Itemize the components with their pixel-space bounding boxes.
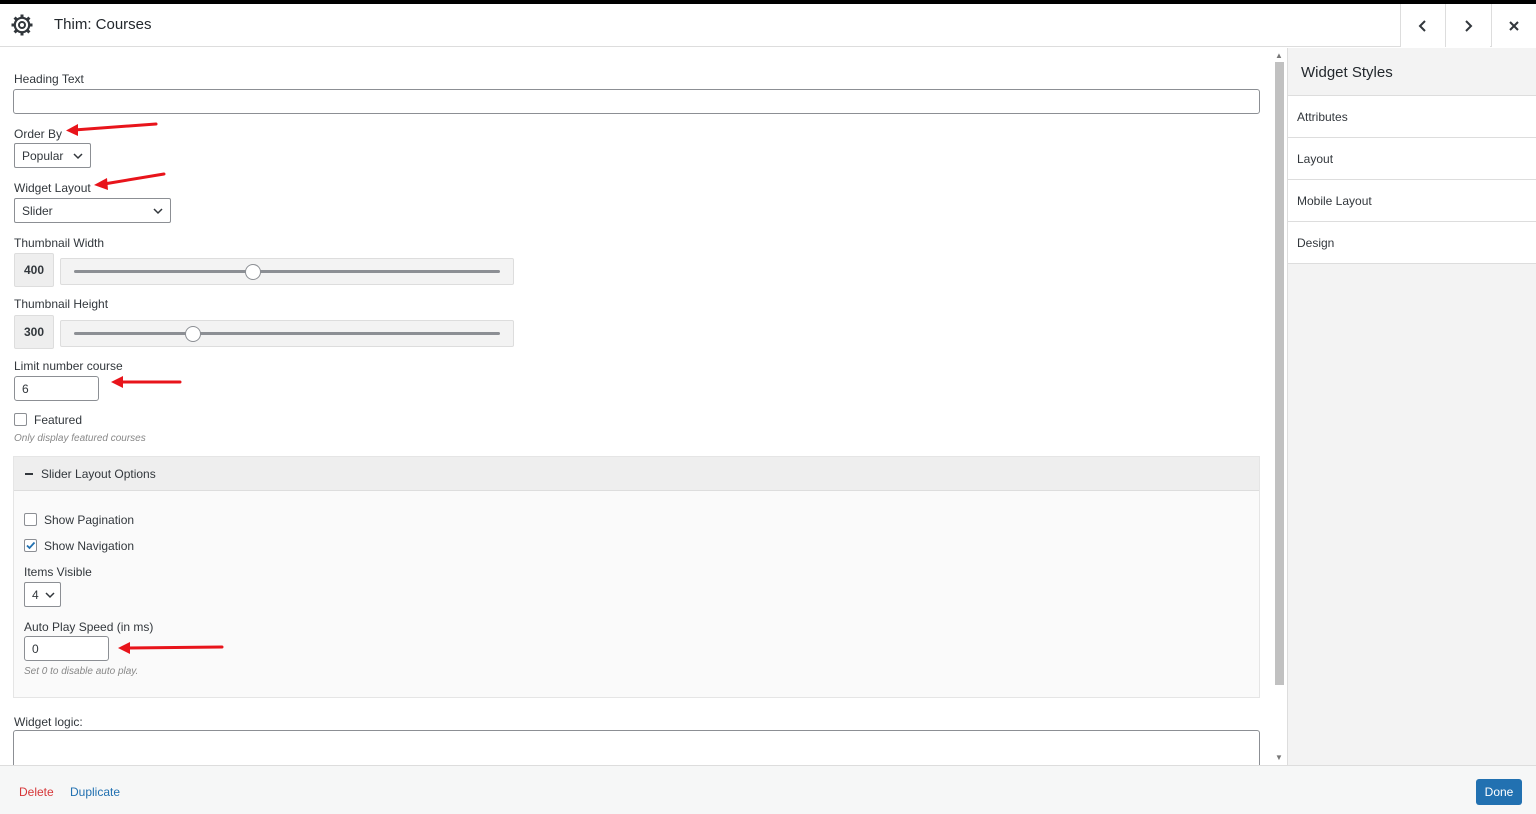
featured-hint: Only display featured courses [14, 433, 146, 444]
annotation-arrow-limit-number [111, 376, 182, 388]
thumbnail-width-value: 400 [14, 253, 54, 287]
show-pagination-label: Show Pagination [44, 513, 135, 527]
sidebar-item-mobile-layout[interactable]: Mobile Layout [1288, 180, 1536, 222]
slider-handle[interactable] [185, 326, 202, 342]
previous-widget-button[interactable] [1400, 4, 1445, 47]
close-icon [1509, 20, 1519, 31]
heading-text-label: Heading Text [14, 72, 84, 86]
featured-label: Featured [34, 413, 83, 427]
widget-styles-header: Widget Styles [1288, 48, 1536, 96]
show-navigation-checkbox[interactable] [24, 539, 37, 552]
sidebar-item-label: Attributes [1297, 110, 1348, 124]
widget-logic-label: Widget logic: [14, 715, 83, 729]
modal-title: Thim: Courses [54, 16, 152, 33]
chevron-left-icon [1418, 19, 1426, 32]
slider-rail [74, 332, 500, 335]
annotation-arrow-auto-play [118, 642, 224, 654]
slider-rail [74, 270, 500, 273]
duplicate-link[interactable]: Duplicate [70, 785, 120, 799]
sidebar-item-label: Layout [1297, 152, 1334, 166]
sidebar-item-attributes[interactable]: Attributes [1288, 96, 1536, 138]
section-title: Slider Layout Options [41, 467, 156, 481]
widget-layout-select[interactable]: Slider [14, 198, 171, 223]
sidebar-item-design[interactable]: Design [1288, 222, 1536, 264]
order-by-value: Popular [22, 148, 64, 163]
limit-number-course-input[interactable]: 6 [14, 376, 99, 401]
chevron-down-icon [153, 208, 163, 215]
widget-logic-textarea[interactable] [13, 730, 1260, 765]
modal-header: Thim: Courses [0, 4, 1536, 47]
delete-link[interactable]: Delete [19, 785, 54, 799]
thumbnail-height-slider[interactable] [60, 320, 514, 347]
minus-icon [25, 473, 33, 475]
items-visible-select[interactable]: 4 [24, 582, 61, 607]
chevron-right-icon [1465, 19, 1473, 32]
close-button[interactable] [1491, 4, 1536, 47]
slider-handle[interactable] [244, 264, 261, 280]
scroll-down-arrow-icon[interactable]: ▼ [1274, 753, 1284, 763]
slider-layout-options-section: Slider Layout Options Show Pagination Sh… [13, 456, 1260, 698]
limit-number-course-label: Limit number course [14, 359, 123, 373]
form-scrollbar-thumb[interactable] [1275, 62, 1284, 685]
thumbnail-height-value: 300 [14, 315, 54, 349]
checkmark-icon [26, 541, 36, 550]
featured-checkbox[interactable] [14, 413, 27, 426]
auto-play-speed-hint: Set 0 to disable auto play. [24, 666, 139, 677]
items-visible-value: 4 [32, 587, 39, 602]
items-visible-label: Items Visible [24, 565, 92, 579]
order-by-label: Order By [14, 127, 63, 141]
auto-play-speed-input[interactable]: 0 [24, 636, 109, 661]
widget-styles-title: Widget Styles [1301, 64, 1393, 81]
show-navigation-label: Show Navigation [44, 539, 135, 553]
sidebar-item-label: Mobile Layout [1297, 194, 1372, 208]
show-pagination-checkbox[interactable] [24, 513, 37, 526]
heading-text-input[interactable] [13, 89, 1260, 114]
gear-icon [11, 14, 33, 36]
widget-styles-sidebar: Widget Styles Attributes Layout Mobile L… [1287, 48, 1536, 765]
sidebar-item-layout[interactable]: Layout [1288, 138, 1536, 180]
scroll-up-arrow-icon[interactable]: ▲ [1274, 51, 1284, 61]
auto-play-speed-label: Auto Play Speed (in ms) [24, 620, 154, 634]
widget-layout-value: Slider [22, 203, 53, 218]
slider-layout-options-toggle[interactable]: Slider Layout Options [14, 457, 1259, 491]
sidebar-item-label: Design [1297, 236, 1335, 250]
modal-footer: Delete Duplicate Done [0, 765, 1536, 814]
done-button[interactable]: Done [1476, 779, 1522, 805]
thumbnail-width-label: Thumbnail Width [14, 236, 105, 250]
chevron-down-icon [45, 592, 55, 599]
thumbnail-height-label: Thumbnail Height [14, 297, 109, 311]
next-widget-button[interactable] [1445, 4, 1490, 47]
annotation-arrow-widget-layout [94, 172, 166, 190]
thumbnail-width-slider[interactable] [60, 258, 514, 285]
